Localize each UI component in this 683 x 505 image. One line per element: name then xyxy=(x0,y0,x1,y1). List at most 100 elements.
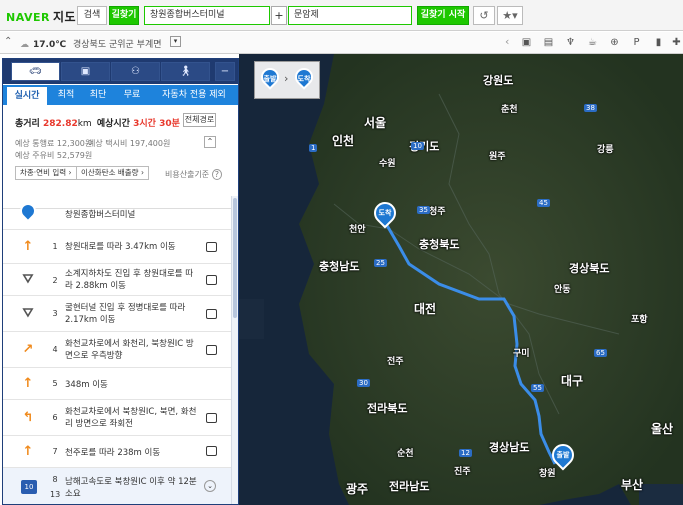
step-row[interactable]: ↑ 7 천주로를 따라 238m 이동 xyxy=(3,435,231,467)
step-text: 화천교차로에서 북창원IC, 북면, 화천리 방면으로 좌회전 xyxy=(65,407,197,429)
route-legend: 출발 › 도착 xyxy=(254,61,320,99)
city-label: 천안 xyxy=(349,225,366,235)
step-row[interactable]: ↑ 5 348m 이동 xyxy=(3,367,231,399)
subway-category-icon[interactable]: ▤ xyxy=(540,35,557,50)
step-row[interactable]: ↗ 4 화천교차로에서 화천리, 북창원IC 방면으로 우측방향 xyxy=(3,331,231,367)
bike-mode-button[interactable]: ⚇ xyxy=(111,62,160,81)
step-text: 남해고속도로 북창원IC 이후 약 12분 소요 xyxy=(65,477,197,499)
city-label: 수원 xyxy=(379,159,396,169)
destination-input[interactable]: 문암제 xyxy=(288,6,412,25)
naver-logo[interactable]: NAVER 지도 xyxy=(6,8,76,25)
road-number-badge: 30 xyxy=(357,379,370,387)
route-panel: 🚗︎ ▣ ⚇ 🚶︎ − 실시간 최적 최단 무료 자동차 전용 제외 총거리 2… xyxy=(2,58,239,505)
favorite-star-icon[interactable]: ★▾ xyxy=(497,6,523,25)
step-row[interactable]: ↰ 6 화천교차로에서 북창원IC, 북면, 화천리 방면으로 좌회전 xyxy=(3,399,231,435)
location-dropdown-icon[interactable]: ▾ xyxy=(170,36,181,47)
co2-button[interactable]: 이산화탄소 배출량 › xyxy=(76,166,149,180)
fuel-category-icon[interactable]: ▮ xyxy=(650,35,667,50)
expand-up-icon[interactable]: ⌃ xyxy=(204,136,216,148)
city-label: 강릉 xyxy=(597,145,614,155)
fuel-label: 예상 주유비 xyxy=(15,151,55,160)
step-number: 3 xyxy=(52,309,58,318)
step-row[interactable]: ↑ 1 창원대로를 따라 3.47km 이동 xyxy=(3,229,231,263)
route-tab-button[interactable]: 길찾기 xyxy=(109,6,139,25)
step-text: 굴현터널 진입 후 정병대로를 따라 2.17km 이동 xyxy=(65,303,186,325)
step-number: 5 xyxy=(52,379,58,388)
walk-mode-button[interactable]: 🚶︎ xyxy=(161,62,210,81)
toll-label: 예상 통행료 xyxy=(15,139,55,148)
start-route-button[interactable]: 길찾기 시작 xyxy=(417,6,469,25)
cafe-category-icon[interactable]: ☕ xyxy=(584,35,601,50)
bank-category-icon[interactable]: ⊕ xyxy=(606,35,623,50)
tab-shortest[interactable]: 최단 xyxy=(83,85,113,105)
underpass-icon: ⛛ xyxy=(22,272,34,287)
walk-icon: 🚶︎ xyxy=(179,66,192,77)
bus-category-icon[interactable]: ▣ xyxy=(518,35,535,50)
cctv-icon[interactable] xyxy=(206,242,217,252)
city-label: 서울 xyxy=(364,116,387,130)
origin-input[interactable]: 창원종합버스터미널 xyxy=(144,6,270,25)
toll-value: 12,300원 xyxy=(56,139,93,148)
road-number-badge: 35 xyxy=(417,206,430,214)
tab-exclude-expressway[interactable]: 자동차 전용 제외 xyxy=(151,85,237,105)
restaurant-category-icon[interactable]: ♆ xyxy=(562,35,579,50)
fuel-efficiency-button[interactable]: 차종·연비 입력 › xyxy=(15,166,77,180)
step-row[interactable]: ⛛ 2 소계지하차도 진입 후 창원대로를 따라 2.88km 이동 xyxy=(3,263,231,295)
collapse-chevron-icon[interactable]: ⌃ xyxy=(4,36,12,47)
map-view[interactable]: 출발 › 도착 도착 출발 강원도 경기도 충청북도 충청남도 경상북도 전라북… xyxy=(239,54,683,505)
car-mode-button[interactable]: 🚗︎ xyxy=(11,62,60,81)
cctv-icon[interactable] xyxy=(206,309,217,319)
all-route-button[interactable]: 전체경로 xyxy=(183,113,216,127)
add-waypoint-button[interactable]: + xyxy=(271,6,287,25)
bike-icon: ⚇ xyxy=(131,66,140,77)
region-label: 충청북도 xyxy=(419,238,460,251)
city-label: 창원 xyxy=(539,469,556,479)
parking-category-icon[interactable]: P xyxy=(628,35,645,50)
cctv-icon[interactable] xyxy=(206,275,217,285)
panel-minimize-button[interactable]: − xyxy=(215,62,235,81)
city-label: 전주 xyxy=(387,357,404,367)
city-label: 인천 xyxy=(332,134,355,148)
origin-row[interactable]: 창원종합버스터미널 xyxy=(3,196,231,228)
step-number: 1 xyxy=(52,242,58,251)
region-label: 충청남도 xyxy=(319,260,360,273)
step-row-expressway[interactable]: 10 8 13 남해고속도로 북창원IC 이후 약 12분 소요 ⌄ xyxy=(3,467,231,504)
region-label: 전라북도 xyxy=(367,402,408,415)
region-label: 경상남도 xyxy=(489,441,530,454)
scrollbar[interactable] xyxy=(231,196,238,504)
transport-mode-bar: 🚗︎ ▣ ⚇ 🚶︎ − xyxy=(3,59,238,84)
step-row[interactable]: ⛛ 3 굴현터널 진입 후 정병대로를 따라 2.17km 이동 xyxy=(3,295,231,331)
expand-down-icon[interactable]: ⌄ xyxy=(204,480,216,492)
legend-depart-label: 출발 xyxy=(263,75,277,83)
tab-free[interactable]: 무료 xyxy=(117,85,147,105)
bus-mode-button[interactable]: ▣ xyxy=(61,62,110,81)
cost-basis-link[interactable]: 비용산출기준 ? xyxy=(165,169,222,180)
weather-location: 경상북도 군위군 부계면 xyxy=(72,40,162,50)
straight-arrow-icon: ↑ xyxy=(22,239,34,254)
city-label: 안동 xyxy=(554,285,571,295)
hospital-category-icon[interactable]: ✚ xyxy=(668,35,683,50)
step-number: 2 xyxy=(52,276,58,285)
route-option-tabs: 실시간 최적 최단 무료 자동차 전용 제외 xyxy=(3,85,238,105)
car-icon: 🚗︎ xyxy=(29,66,42,77)
search-tab-button[interactable]: 검색 xyxy=(77,6,107,25)
tab-realtime[interactable]: 실시간 xyxy=(7,87,47,105)
city-label: 청주 xyxy=(429,207,446,217)
step-text: 창원대로를 따라 3.47km 이동 xyxy=(65,242,176,252)
cctv-icon[interactable] xyxy=(206,446,217,456)
road-number-badge: 12 xyxy=(459,449,472,457)
straight-arrow-icon: ↑ xyxy=(22,376,34,391)
cctv-icon[interactable] xyxy=(206,413,217,423)
city-label: 춘천 xyxy=(501,105,518,115)
road-number-badge: 38 xyxy=(584,104,597,112)
reset-icon[interactable]: ↺ xyxy=(473,6,495,25)
prev-arrow-icon[interactable]: ‹ xyxy=(505,35,509,48)
step-text: 화천교차로에서 화천리, 북창원IC 방면으로 우측방향 xyxy=(65,339,194,361)
city-label: 울산 xyxy=(651,422,674,436)
step-number: 7 xyxy=(52,447,58,456)
road-number-badge: 25 xyxy=(374,259,387,267)
city-label: 대구 xyxy=(561,374,584,388)
cctv-icon[interactable] xyxy=(206,345,217,355)
tab-optimal[interactable]: 최적 xyxy=(51,85,81,105)
time-label: 예상시간 xyxy=(96,119,130,129)
